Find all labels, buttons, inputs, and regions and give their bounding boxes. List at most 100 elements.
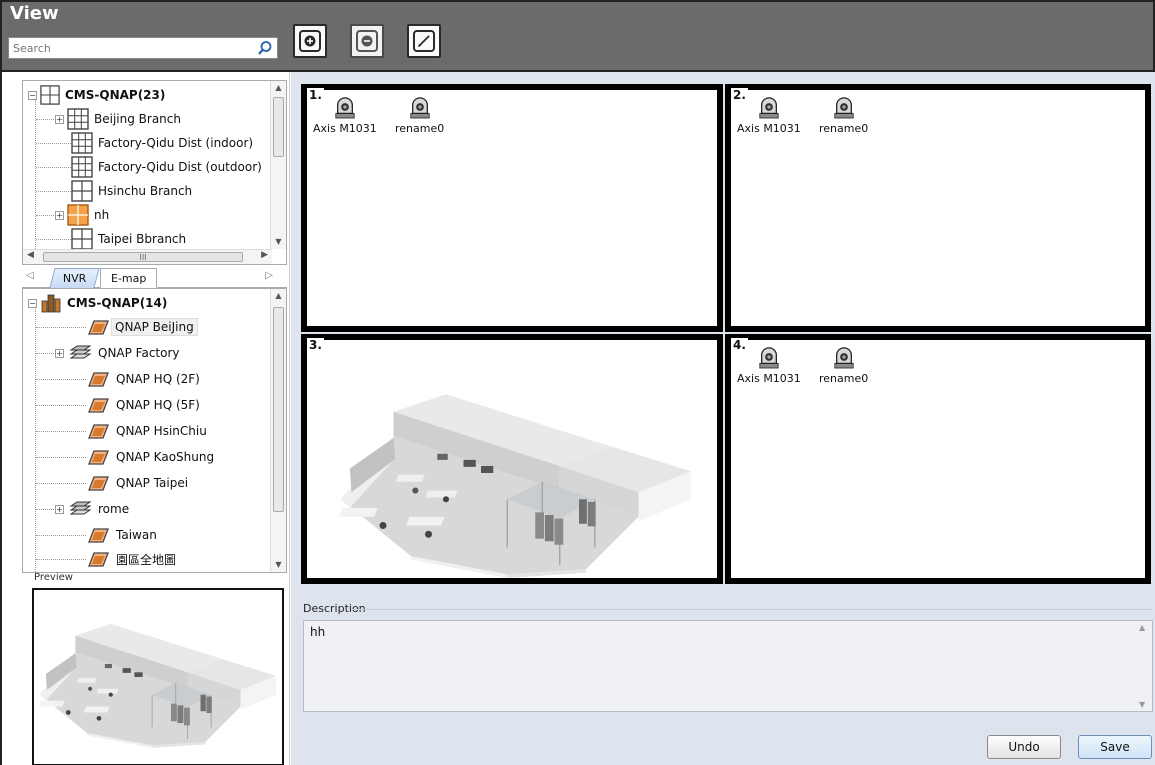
tree-item[interactable]: + nh [55,203,109,227]
scroll-up-icon[interactable]: ▲ [271,289,286,303]
grid4-icon [71,180,93,202]
cell-number: 3. [307,338,324,352]
tree-item[interactable]: Taipei Bbranch [71,227,186,251]
camera-icon [409,95,431,119]
page-title: View [10,3,59,24]
map-icon [85,420,111,442]
tree-item[interactable]: Hsinchu Branch [71,179,192,203]
scroll-down-icon[interactable]: ▼ [271,235,286,249]
expand-icon[interactable]: + [55,114,64,124]
expand-icon[interactable]: + [55,348,64,358]
view-cell-2[interactable]: 2. Axis M1031 rename0 [725,84,1151,332]
description-scrollbar[interactable]: ▲ ▼ [1136,621,1152,711]
scroll-up-icon[interactable]: ▲ [271,81,286,95]
expand-icon[interactable]: + [55,210,64,220]
floorplan-image [34,590,282,764]
camera-item[interactable]: Axis M1031 [313,95,377,135]
search-icon[interactable] [257,40,273,56]
map-icon [85,548,111,570]
emap-tree-scrollbar[interactable]: ▲ ▼ [270,289,286,572]
view-cell-1[interactable]: 1. Axis M1031 rename0 [301,84,723,332]
scroll-down-icon[interactable]: ▼ [271,558,286,572]
remove-button[interactable] [350,24,384,58]
grid9-icon [71,156,93,178]
search-input[interactable] [9,38,249,58]
tree-item[interactable]: QNAP Taipei [85,471,188,495]
scroll-left-icon[interactable]: ◀ [27,250,34,260]
camera-icon [833,95,855,119]
grid9-icon [67,108,89,130]
map-icon [85,368,111,390]
camera-item[interactable]: rename0 [819,345,868,385]
view-cell-4[interactable]: 4. Axis M1031 rename0 [725,334,1151,584]
left-panel: − CMS-QNAP(23) + Beijing Branch Factory-… [0,72,290,765]
scroll-down-icon[interactable]: ▼ [1139,700,1145,709]
undo-button[interactable]: Undo [987,735,1061,759]
tree-item[interactable]: + rome [55,497,129,521]
description-divider [351,609,1151,610]
search-field[interactable] [8,37,278,59]
view-editor: 1. Axis M1031 rename0 2. Axis M1031 rena… [291,72,1155,765]
pencil-icon [413,30,435,52]
tree-item[interactable]: QNAP HQ (5F) [85,393,200,417]
tree-item[interactable]: Factory-Qidu Dist (indoor) [71,131,253,155]
camera-item[interactable]: rename0 [819,95,868,135]
camera-item[interactable]: Axis M1031 [737,95,801,135]
grid9-icon [71,132,93,154]
tree-item[interactable]: 園區全地圖 [85,547,176,571]
camera-item[interactable]: Axis M1031 [737,345,801,385]
tab-emap[interactable]: E-map [100,268,158,288]
hscroll-thumb[interactable]: III [43,252,243,262]
edit-button[interactable] [407,24,441,58]
preview-image [32,588,284,765]
camera-icon [833,345,855,369]
camera-icon [758,95,780,119]
plus-circle-icon [299,30,321,52]
stack-icon [67,498,93,520]
camera-item[interactable]: rename0 [395,95,444,135]
tab-right-arrow-icon[interactable]: ▷ [265,270,273,281]
scroll-thumb[interactable] [273,307,284,512]
map-icon [85,316,111,338]
tree-item[interactable]: QNAP KaoShung [85,445,214,469]
grid4-orange-icon [67,204,89,226]
description-text[interactable]: hh [310,625,325,639]
emap-tree: − CMS-QNAP(14) QNAP BeiJing + QNAP Facto… [22,288,287,573]
map-icon [85,394,111,416]
nvr-tree: − CMS-QNAP(23) + Beijing Branch Factory-… [22,80,287,265]
header-bar: View [0,0,1155,72]
tree-item[interactable]: + QNAP Factory [55,341,180,365]
add-button[interactable] [293,24,327,58]
nvr-tree-root[interactable]: − CMS-QNAP(23) [28,83,165,107]
tree-tabs: ◁ NVR E-map ▷ [22,268,287,288]
expand-icon[interactable]: + [55,504,64,514]
buildings-icon [41,294,61,313]
tree-item[interactable]: QNAP HQ (2F) [85,367,200,391]
floorplan-image [311,368,721,578]
tree-item[interactable]: Taiwan [85,523,157,547]
scroll-up-icon[interactable]: ▲ [1139,623,1145,632]
collapse-icon[interactable]: − [28,90,37,100]
preview-label: Preview [34,572,73,583]
camera-icon [758,345,780,369]
description-textarea[interactable]: hh ▲ ▼ [303,620,1153,712]
scroll-right-icon[interactable]: ▶ [261,250,268,260]
minus-circle-icon [356,30,378,52]
grid4-icon [71,228,93,250]
nvr-tree-scrollbar[interactable]: ▲ ▼ [270,81,286,249]
collapse-icon[interactable]: − [28,298,37,308]
emap-tree-root[interactable]: − CMS-QNAP(14) [28,291,167,315]
tree-item[interactable]: QNAP BeiJing [85,315,198,339]
scroll-thumb[interactable] [273,97,284,157]
map-icon [85,446,111,468]
grid4-icon [40,85,60,105]
view-cell-3[interactable]: 3. [301,334,723,584]
nvr-tree-hscrollbar[interactable]: ◀ III ▶ [23,249,272,264]
tree-item[interactable]: + Beijing Branch [55,107,181,131]
tab-nvr[interactable]: NVR [49,268,101,288]
tree-item[interactable]: Factory-Qidu Dist (outdoor) [71,155,262,179]
save-button[interactable]: Save [1078,735,1152,759]
tree-item[interactable]: QNAP HsinChiu [85,419,207,443]
tab-left-arrow-icon[interactable]: ◁ [26,270,34,281]
map-icon [85,524,111,546]
